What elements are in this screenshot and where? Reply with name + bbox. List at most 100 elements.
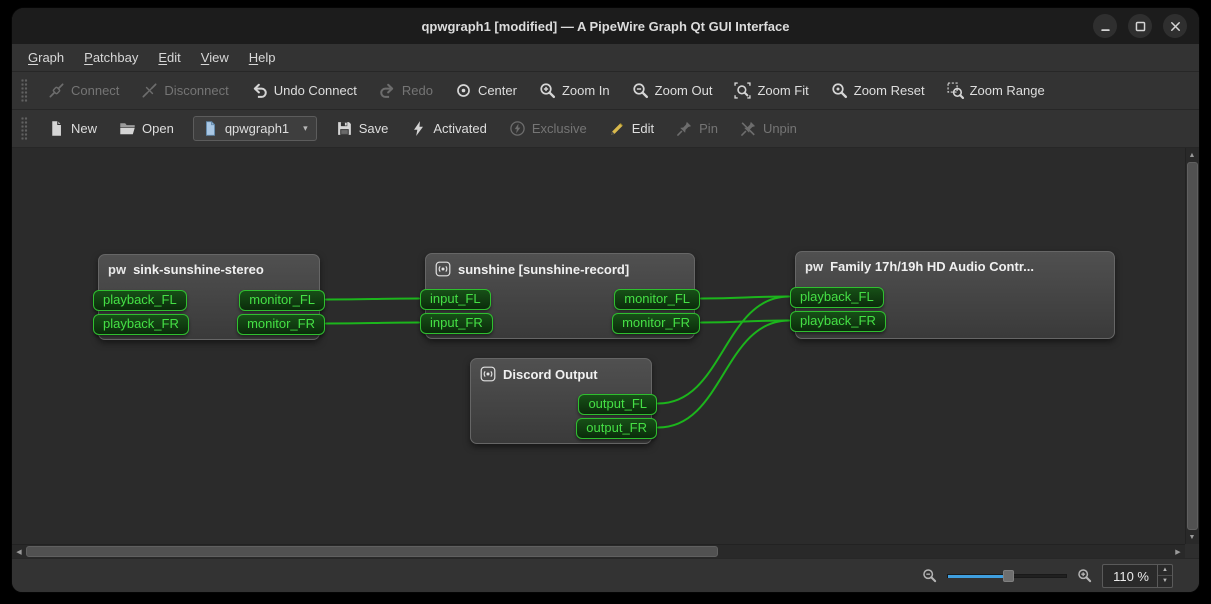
menu-help[interactable]: Help bbox=[239, 46, 286, 69]
port-output-fr[interactable]: output_FR bbox=[576, 418, 657, 439]
new-file-icon bbox=[48, 120, 65, 137]
port-input-fl[interactable]: input_FL bbox=[420, 289, 491, 310]
toolbar-patchbay: New Open qpwgraph1 ▾ Save Activated Exclusive E… bbox=[12, 110, 1199, 148]
menu-patchbay[interactable]: Patchbay bbox=[74, 46, 148, 69]
tool-label: Zoom Out bbox=[655, 83, 713, 98]
connection-wire bbox=[326, 323, 419, 324]
zoom-spinbox[interactable]: 110 % ▲ ▼ bbox=[1102, 564, 1173, 588]
scroll-right-arrow[interactable]: ▶ bbox=[1171, 545, 1185, 558]
connection-wire bbox=[326, 299, 419, 300]
maximize-icon bbox=[1132, 18, 1149, 35]
port-monitor-fl[interactable]: monitor_FL bbox=[614, 289, 700, 310]
node-family-17h-19h-hd-audio-contr[interactable]: pwFamily 17h/19h HD Audio Contr...playba… bbox=[795, 251, 1115, 339]
speaker-icon bbox=[435, 261, 451, 277]
scroll-up-arrow[interactable]: ▲ bbox=[1185, 148, 1199, 162]
tool-label: qpwgraph1 bbox=[225, 121, 289, 136]
node-header: pwFamily 17h/19h HD Audio Contr... bbox=[796, 252, 1114, 281]
tool-label: Open bbox=[142, 121, 174, 136]
tool-label: Disconnect bbox=[164, 83, 228, 98]
zoom-in-button[interactable]: Zoom In bbox=[528, 77, 621, 104]
spin-up-button[interactable]: ▲ bbox=[1158, 565, 1172, 577]
close-button[interactable] bbox=[1163, 14, 1187, 38]
redo-icon bbox=[379, 82, 396, 99]
node-sink-sunshine-stereo[interactable]: pwsink-sunshine-stereoplayback_FLplaybac… bbox=[98, 254, 320, 340]
node-discord-output[interactable]: Discord Outputoutput_FLoutput_FR bbox=[470, 358, 652, 444]
tool-label: Exclusive bbox=[532, 121, 587, 136]
exclusive-icon bbox=[509, 120, 526, 137]
center-icon bbox=[455, 82, 472, 99]
undo-connect-button[interactable]: Undo Connect bbox=[240, 77, 368, 104]
port-input-fr[interactable]: input_FR bbox=[420, 313, 493, 334]
scrollbar-corner bbox=[1185, 544, 1199, 558]
toolbar-handle[interactable] bbox=[21, 79, 28, 103]
tool-label: New bbox=[71, 121, 97, 136]
connect-button[interactable]: Connect bbox=[37, 77, 130, 104]
redo-button[interactable]: Redo bbox=[368, 77, 444, 104]
vertical-scrollbar[interactable]: ▲ ▼ bbox=[1185, 148, 1199, 544]
save-button[interactable]: Save bbox=[325, 115, 400, 142]
unpin-button[interactable]: Unpin bbox=[729, 115, 808, 142]
port-monitor-fl[interactable]: monitor_FL bbox=[239, 290, 325, 311]
graph-area[interactable]: pwsink-sunshine-stereoplayback_FLplaybac… bbox=[12, 148, 1185, 544]
node-header: Discord Output bbox=[471, 359, 651, 389]
scroll-left-arrow[interactable]: ◀ bbox=[12, 545, 26, 558]
port-playback-fr[interactable]: playback_FR bbox=[790, 311, 886, 332]
speaker-icon bbox=[480, 366, 496, 382]
node-title: sunshine [sunshine-record] bbox=[458, 262, 629, 277]
pin-button[interactable]: Pin bbox=[665, 115, 729, 142]
connect-icon bbox=[48, 82, 65, 99]
zoom-out-button[interactable]: Zoom Out bbox=[621, 77, 724, 104]
pin-icon bbox=[676, 120, 693, 137]
tool-label: Undo Connect bbox=[274, 83, 357, 98]
edit-icon bbox=[609, 120, 626, 137]
node-title: Family 17h/19h HD Audio Contr... bbox=[830, 259, 1034, 274]
activated-button[interactable]: Activated bbox=[399, 115, 497, 142]
menu-graph[interactable]: Graph bbox=[18, 46, 74, 69]
center-button[interactable]: Center bbox=[444, 77, 528, 104]
port-monitor-fr[interactable]: monitor_FR bbox=[612, 313, 700, 334]
titlebar[interactable]: qpwgraph1 [modified] — A PipeWire Graph … bbox=[12, 8, 1199, 44]
port-monitor-fr[interactable]: monitor_FR bbox=[237, 314, 325, 335]
edit-button[interactable]: Edit bbox=[598, 115, 665, 142]
hscroll-handle[interactable] bbox=[26, 546, 718, 557]
port-playback-fr[interactable]: playback_FR bbox=[93, 314, 189, 335]
disconnect-icon bbox=[141, 82, 158, 99]
tool-label: Zoom Reset bbox=[854, 83, 925, 98]
qpwgraph1-combo[interactable]: qpwgraph1 ▾ bbox=[193, 116, 317, 141]
slider-fill bbox=[948, 575, 1008, 578]
spin-down-button[interactable]: ▼ bbox=[1158, 576, 1172, 587]
open-button[interactable]: Open bbox=[108, 115, 185, 142]
minimize-icon bbox=[1097, 18, 1114, 35]
horizontal-scrollbar[interactable]: ◀ ▶ bbox=[12, 544, 1185, 558]
vscroll-handle[interactable] bbox=[1187, 162, 1198, 530]
menu-edit[interactable]: Edit bbox=[148, 46, 190, 69]
node-header: sunshine [sunshine-record] bbox=[426, 254, 694, 284]
scroll-down-arrow[interactable]: ▼ bbox=[1185, 530, 1199, 544]
zoom-slider[interactable] bbox=[947, 568, 1067, 584]
maximize-button[interactable] bbox=[1128, 14, 1152, 38]
zoom-reset-icon bbox=[831, 82, 848, 99]
window-controls bbox=[1093, 14, 1187, 38]
canvas[interactable]: pwsink-sunshine-stereoplayback_FLplaybac… bbox=[12, 148, 1199, 558]
zoom-fit-icon bbox=[734, 82, 751, 99]
tool-label: Zoom Range bbox=[970, 83, 1045, 98]
chevron-down-icon: ▾ bbox=[303, 123, 308, 134]
tool-label: Save bbox=[359, 121, 389, 136]
menu-view[interactable]: View bbox=[191, 46, 239, 69]
slider-handle[interactable] bbox=[1003, 570, 1014, 582]
zoom-out-icon bbox=[632, 82, 649, 99]
tool-label: Edit bbox=[632, 121, 654, 136]
exclusive-button[interactable]: Exclusive bbox=[498, 115, 598, 142]
zoom-reset-button[interactable]: Zoom Reset bbox=[820, 77, 936, 104]
zoom-fit-button[interactable]: Zoom Fit bbox=[723, 77, 819, 104]
minimize-button[interactable] bbox=[1093, 14, 1117, 38]
port-playback-fl[interactable]: playback_FL bbox=[93, 290, 187, 311]
disconnect-button[interactable]: Disconnect bbox=[130, 77, 239, 104]
new-button[interactable]: New bbox=[37, 115, 108, 142]
port-playback-fl[interactable]: playback_FL bbox=[790, 287, 884, 308]
toolbar-handle[interactable] bbox=[21, 117, 28, 141]
port-output-fl[interactable]: output_FL bbox=[578, 394, 657, 415]
node-sunshine-sunshine-record[interactable]: sunshine [sunshine-record]input_FLinput_… bbox=[425, 253, 695, 339]
node-header: pwsink-sunshine-stereo bbox=[99, 255, 319, 284]
zoom-range-button[interactable]: Zoom Range bbox=[936, 77, 1056, 104]
